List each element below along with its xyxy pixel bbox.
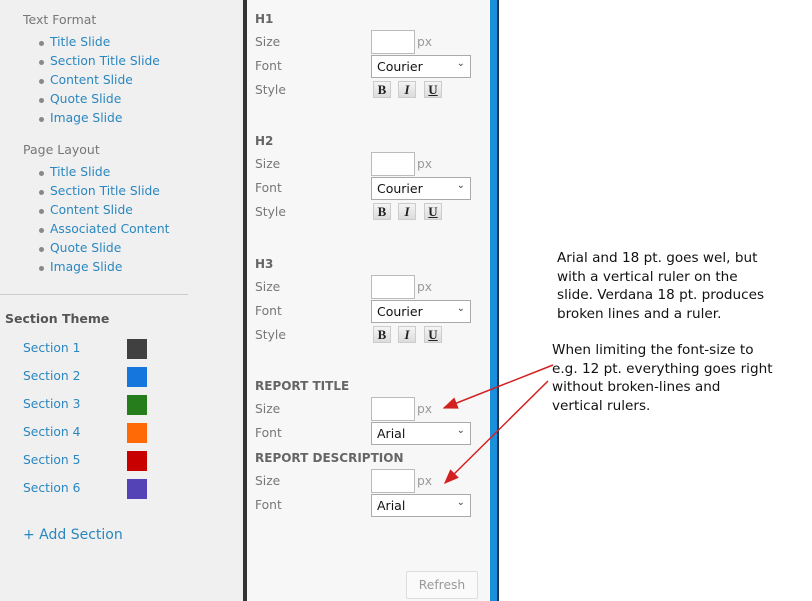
selected-font: Courier [377,181,423,196]
section-1-color-swatch[interactable] [127,339,147,359]
style-label: Style [255,205,286,219]
group-label-page-layout: Page Layout [23,142,100,157]
section-4-link[interactable]: Section 4 [23,425,80,439]
italic-button[interactable]: I [398,203,416,220]
page-layout-image-slide-link[interactable]: Image Slide [38,260,122,274]
bold-button[interactable]: B [373,326,391,343]
chevron-down-icon: ⌄ [456,180,465,191]
chevron-down-icon: ⌄ [456,425,465,436]
size-label: Size [255,157,281,171]
text-format-content-slide-link[interactable]: Content Slide [39,73,133,87]
underline-button[interactable]: U [424,326,442,343]
note-line: with a vertical ruler on the [557,268,738,285]
report-title-font-select[interactable]: Arial ⌄ [371,422,471,445]
note-line: broken lines and a ruler. [557,305,722,322]
font-label: Font [255,426,282,440]
divider-line [497,0,499,601]
underline-button[interactable]: U [424,203,442,220]
report-title-size-input[interactable] [371,397,415,421]
italic-button[interactable]: I [398,81,416,98]
px-unit-label: px [417,35,433,49]
h1-font-select[interactable]: Courier ⌄ [371,55,471,78]
text-format-section-title-slide-link[interactable]: Section Title Slide [39,54,160,68]
note-line: Arial and 18 pt. goes wel, but [557,250,758,266]
selected-font: Courier [377,304,423,319]
section-5-link[interactable]: Section 5 [23,453,80,467]
page-layout-title-slide-link[interactable]: Title Slide [38,165,110,179]
h1-size-input[interactable] [371,30,415,54]
h2-size-input[interactable] [371,152,415,176]
add-section-button[interactable]: + Add Section [23,527,123,543]
report-description-size-input[interactable] [371,469,415,493]
text-format-image-slide-link[interactable]: Image Slide [38,111,122,125]
report-description-heading: REPORT DESCRIPTION [255,451,404,465]
font-label: Font [255,498,282,512]
page-layout-content-slide-link[interactable]: Content Slide [39,203,133,217]
selected-font: Arial [377,426,406,441]
section-5-color-swatch[interactable] [127,451,147,471]
page-layout-associated-content-link[interactable]: Associated Content [38,222,169,236]
h1-heading: H1 [255,12,274,26]
section-3-color-swatch[interactable] [127,395,147,415]
group-label-text-format: Text Format [23,12,97,27]
divider [0,294,188,295]
bold-button[interactable]: B [373,203,391,220]
text-format-quote-slide-link[interactable]: Quote Slide [38,92,121,106]
chevron-down-icon: ⌄ [456,497,465,508]
px-unit-label: px [417,157,433,171]
note-line: e.g. 12 pt. everything goes right [552,360,773,377]
section-2-link[interactable]: Section 2 [23,369,80,383]
page-layout-section-title-slide-link[interactable]: Section Title Slide [39,184,160,198]
font-label: Font [255,181,282,195]
size-label: Size [255,280,281,294]
text-format-title-slide-link[interactable]: Title Slide [38,35,110,49]
section-theme-heading: Section Theme [5,311,110,326]
note-line: without broken-lines and [552,379,721,395]
selected-font: Courier [377,59,423,74]
px-unit-label: px [417,280,433,294]
chevron-down-icon: ⌄ [456,303,465,314]
report-description-font-select[interactable]: Arial ⌄ [371,494,471,517]
chevron-down-icon: ⌄ [456,58,465,69]
bold-button[interactable]: B [373,81,391,98]
font-label: Font [255,59,282,73]
section-1-link[interactable]: Section 1 [23,341,80,355]
underline-button[interactable]: U [424,81,442,98]
font-label: Font [255,304,282,318]
style-label: Style [255,328,286,342]
note-line: slide. Verdana 18 pt. produces [557,287,765,303]
section-2-color-swatch[interactable] [127,367,147,387]
note-line: When limiting the font-size to [552,342,754,358]
h2-heading: H2 [255,134,274,148]
annotation-note-2: When limiting the font-size to e.g. 12 p… [552,341,773,415]
h3-heading: H3 [255,257,274,271]
accent-bar [490,0,497,601]
italic-button[interactable]: I [398,326,416,343]
size-label: Size [255,402,281,416]
refresh-button[interactable]: Refresh [406,571,478,599]
section-6-color-swatch[interactable] [127,479,147,499]
style-label: Style [255,83,286,97]
size-label: Size [255,35,281,49]
px-unit-label: px [417,474,433,488]
section-4-color-swatch[interactable] [127,423,147,443]
px-unit-label: px [417,402,433,416]
h2-font-select[interactable]: Courier ⌄ [371,177,471,200]
note-line: vertical rulers. [552,397,651,414]
h3-size-input[interactable] [371,275,415,299]
annotation-note-1: Arial and 18 pt. goes wel, but with a ve… [557,249,764,323]
size-label: Size [255,474,281,488]
selected-font: Arial [377,498,406,513]
report-title-heading: REPORT TITLE [255,379,350,393]
section-6-link[interactable]: Section 6 [23,481,80,495]
sidebar: Text Format Title Slide Section Title Sl… [0,0,243,601]
page-layout-quote-slide-link[interactable]: Quote Slide [38,241,121,255]
section-3-link[interactable]: Section 3 [23,397,80,411]
h3-font-select[interactable]: Courier ⌄ [371,300,471,323]
